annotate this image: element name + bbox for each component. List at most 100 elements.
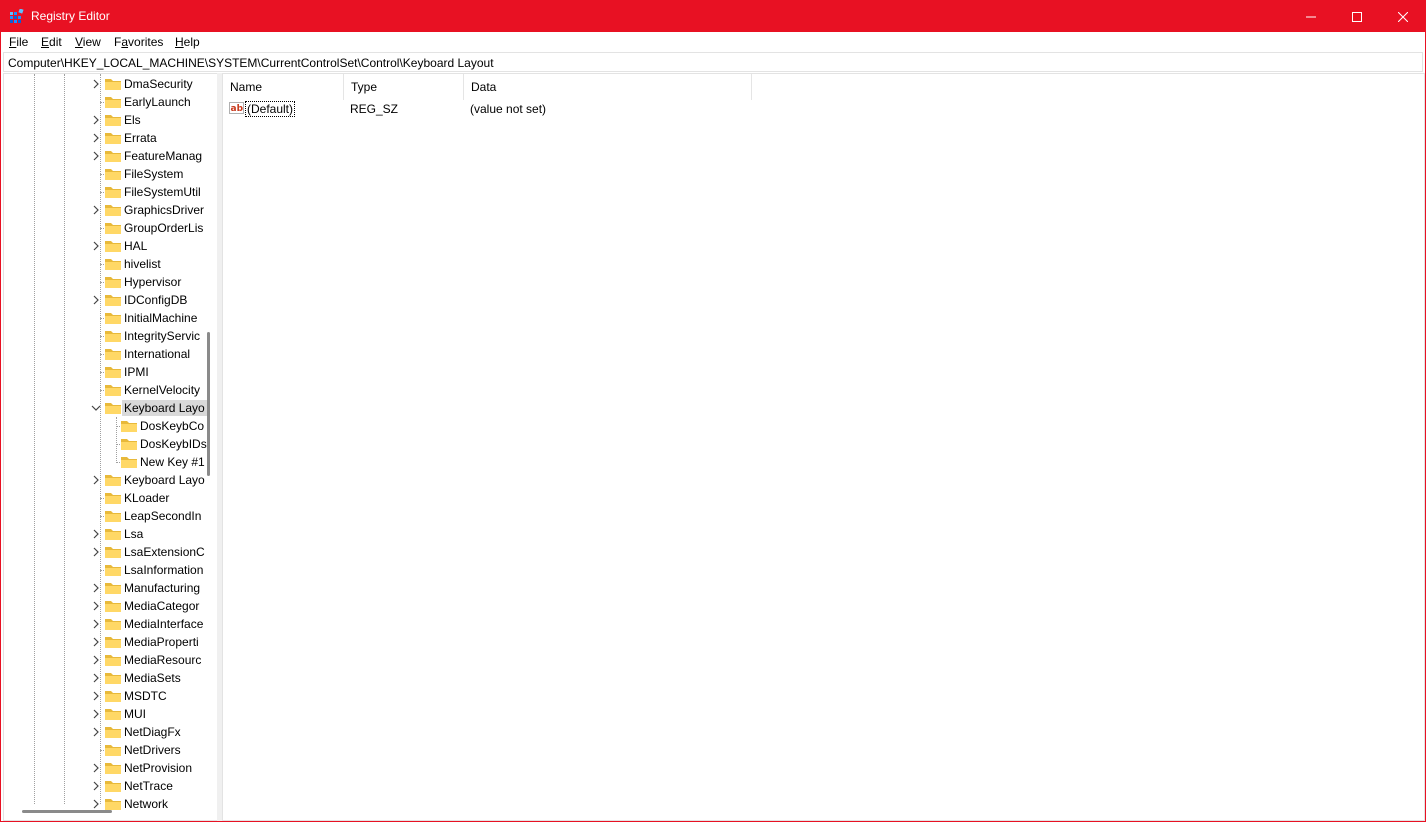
chevron-right-icon[interactable] <box>89 687 103 705</box>
tree-item[interactable]: HAL <box>4 237 217 255</box>
folder-icon <box>105 259 121 270</box>
chevron-right-icon[interactable] <box>89 543 103 561</box>
chevron-right-icon[interactable] <box>89 633 103 651</box>
tree-item[interactable]: LeapSecondIn <box>4 507 217 525</box>
chevron-right-icon[interactable] <box>89 129 103 147</box>
address-path[interactable]: Computer\HKEY_LOCAL_MACHINE\SYSTEM\Curre… <box>8 56 494 70</box>
tree-item[interactable]: DmaSecurity <box>4 75 217 93</box>
tree-item[interactable]: International <box>4 345 217 363</box>
tree-vertical-scrollbar[interactable] <box>207 332 210 476</box>
tree-item[interactable]: MediaProperti <box>4 633 217 651</box>
folder-icon <box>105 565 121 576</box>
menu-edit[interactable]: Edit <box>41 35 62 49</box>
tree-item[interactable]: Keyboard Layo <box>4 399 217 417</box>
chevron-right-icon[interactable] <box>89 759 103 777</box>
tree-item-label: MediaInterface <box>124 617 204 631</box>
chevron-right-icon[interactable] <box>89 237 103 255</box>
folder-icon <box>105 583 121 594</box>
folder-icon <box>105 637 121 648</box>
chevron-right-icon[interactable] <box>89 669 103 687</box>
chevron-right-icon[interactable] <box>89 111 103 129</box>
chevron-right-icon[interactable] <box>89 705 103 723</box>
address-bar[interactable]: Computer\HKEY_LOCAL_MACHINE\SYSTEM\Curre… <box>3 52 1423 72</box>
chevron-right-icon[interactable] <box>89 777 103 795</box>
tree-item[interactable]: Keyboard Layo <box>4 471 217 489</box>
tree-item[interactable]: FileSystem <box>4 165 217 183</box>
tree-item-label: NetProvision <box>124 761 193 775</box>
key-tree-pane[interactable]: DmaSecurity EarlyLaunch Els Errata FeatureMa… <box>3 73 217 821</box>
tree-item-label: MediaSets <box>124 671 181 685</box>
tree-item[interactable]: GraphicsDriver <box>4 201 217 219</box>
tree-item[interactable]: hivelist <box>4 255 217 273</box>
tree-item[interactable]: MSDTC <box>4 687 217 705</box>
chevron-right-icon[interactable] <box>89 291 103 309</box>
tree-item[interactable]: IntegrityServic <box>4 327 217 345</box>
tree-item[interactable]: GroupOrderLis <box>4 219 217 237</box>
tree-item-label: FeatureManag <box>124 149 203 163</box>
tree-item[interactable]: KLoader <box>4 489 217 507</box>
tree-item[interactable]: MediaInterface <box>4 615 217 633</box>
folder-icon <box>105 529 121 540</box>
chevron-right-icon[interactable] <box>89 471 103 489</box>
column-header-name[interactable]: Name <box>223 74 344 100</box>
tree-item[interactable]: KernelVelocity <box>4 381 217 399</box>
menu-file[interactable]: File <box>9 35 28 49</box>
column-header-data[interactable]: Data <box>464 74 752 100</box>
tree-item[interactable]: Hypervisor <box>4 273 217 291</box>
chevron-right-icon[interactable] <box>89 75 103 93</box>
folder-icon <box>105 745 121 756</box>
tree-item[interactable]: FileSystemUtil <box>4 183 217 201</box>
tree-item-child[interactable]: New Key #1 <box>4 453 217 471</box>
value-name[interactable]: (Default) <box>245 101 296 117</box>
tree-item[interactable]: LsaExtensionC <box>4 543 217 561</box>
tree-item[interactable]: Manufacturing <box>4 579 217 597</box>
tree-item[interactable]: NetDrivers <box>4 741 217 759</box>
menu-view[interactable]: View <box>75 35 101 49</box>
folder-icon <box>105 151 121 162</box>
tree-item[interactable]: MUI <box>4 705 217 723</box>
title-bar[interactable]: Registry Editor <box>1 1 1425 32</box>
chevron-down-icon[interactable] <box>89 399 103 417</box>
tree-item[interactable]: IDConfigDB <box>4 291 217 309</box>
chevron-right-icon[interactable] <box>89 651 103 669</box>
tree-item[interactable]: MediaSets <box>4 669 217 687</box>
tree-item[interactable]: MediaResourc <box>4 651 217 669</box>
registry-editor-app-icon <box>10 9 24 23</box>
chevron-right-icon[interactable] <box>89 147 103 165</box>
folder-icon <box>105 79 121 90</box>
menu-favorites-rest: vorites <box>128 35 164 49</box>
chevron-right-icon[interactable] <box>89 723 103 741</box>
tree-item[interactable]: Lsa <box>4 525 217 543</box>
chevron-right-icon[interactable] <box>89 525 103 543</box>
tree-item[interactable]: IPMI <box>4 363 217 381</box>
chevron-right-icon[interactable] <box>89 597 103 615</box>
tree-item[interactable]: NetProvision <box>4 759 217 777</box>
value-row[interactable]: ab (Default) REG_SZ (value not set) <box>223 100 1424 118</box>
tree-item-child[interactable]: DosKeybCo <box>4 417 217 435</box>
tree-item-label: LsaInformation <box>124 563 204 577</box>
tree-item[interactable]: LsaInformation <box>4 561 217 579</box>
chevron-right-icon[interactable] <box>89 201 103 219</box>
minimize-button[interactable] <box>1288 1 1334 32</box>
tree-item[interactable]: NetDiagFx <box>4 723 217 741</box>
tree-item[interactable]: NetTrace <box>4 777 217 795</box>
values-list-pane[interactable]: Name Type Data ab (Default) REG_SZ (valu… <box>222 73 1425 821</box>
maximize-button[interactable] <box>1334 1 1380 32</box>
tree-item[interactable]: EarlyLaunch <box>4 93 217 111</box>
chevron-right-icon[interactable] <box>89 579 103 597</box>
tree-item-child[interactable]: DosKeybIDs <box>4 435 217 453</box>
close-button[interactable] <box>1380 1 1426 32</box>
tree-item[interactable]: InitialMachine <box>4 309 217 327</box>
tree-item[interactable]: MediaCategor <box>4 597 217 615</box>
folder-icon <box>105 601 121 612</box>
column-header-type[interactable]: Type <box>344 74 464 100</box>
chevron-right-icon[interactable] <box>89 615 103 633</box>
string-value-icon: ab <box>229 102 244 114</box>
menu-favorites[interactable]: Favorites <box>114 35 163 49</box>
tree-horizontal-scrollbar[interactable] <box>22 810 112 813</box>
menu-help[interactable]: Help <box>175 35 200 49</box>
tree-item[interactable]: Els <box>4 111 217 129</box>
tree-item[interactable]: Errata <box>4 129 217 147</box>
tree-item[interactable]: FeatureManag <box>4 147 217 165</box>
folder-icon <box>105 187 121 198</box>
